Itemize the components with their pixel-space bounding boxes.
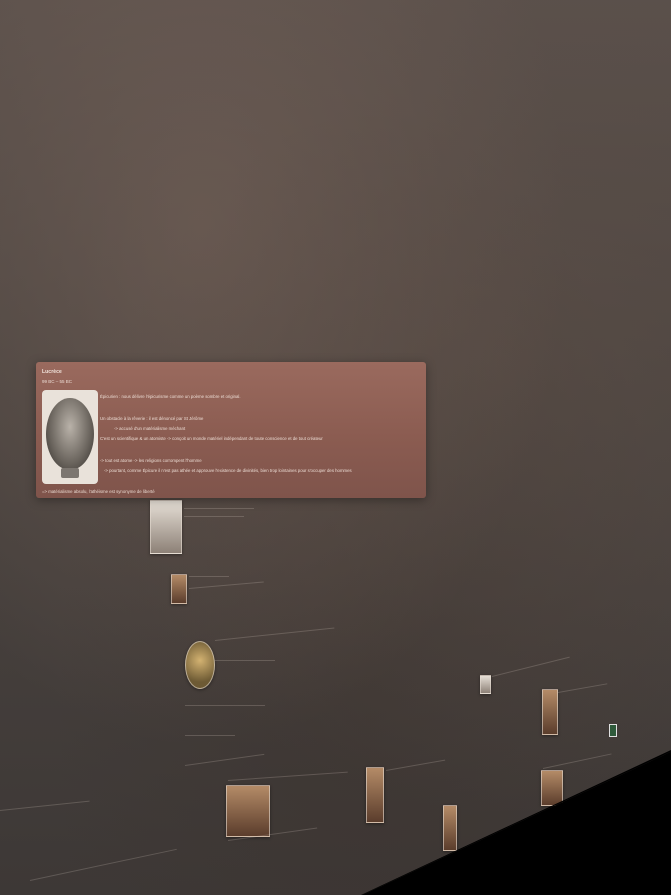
timeline-thumbnail[interactable] bbox=[542, 689, 558, 735]
timeline-connector bbox=[188, 581, 264, 589]
event-popup-card[interactable]: Lucrèce 99 BC – 55 BC Épicurien : nous d… bbox=[36, 362, 426, 498]
timeline-connector bbox=[185, 735, 235, 736]
timeline-connector bbox=[184, 753, 265, 766]
timeline-connector bbox=[227, 771, 348, 781]
description-line: Épicurien : nous délivre l'épicurisme co… bbox=[100, 394, 241, 399]
timeline-thumbnail[interactable] bbox=[185, 641, 215, 689]
bust-portrait-icon[interactable] bbox=[42, 390, 98, 484]
off-canvas-corner bbox=[361, 750, 671, 895]
timeline-connector bbox=[185, 705, 265, 706]
event-footer-note: => matérialisme absolu, l'athéisme est s… bbox=[42, 489, 155, 494]
description-line: Un obstacle à la rêverie : il est dénonc… bbox=[100, 416, 204, 421]
timeline-connector bbox=[491, 656, 570, 677]
portrait-base bbox=[61, 468, 79, 478]
timeline-thumbnail[interactable] bbox=[226, 785, 270, 837]
event-title: Lucrèce bbox=[42, 369, 62, 375]
event-dates: 99 BC – 55 BC bbox=[42, 379, 73, 384]
timeline-connector bbox=[0, 800, 90, 811]
timeline-connector bbox=[214, 627, 335, 641]
scroll-marker[interactable] bbox=[609, 724, 617, 737]
timeline-connector bbox=[215, 660, 275, 661]
timeline-thumbnail[interactable] bbox=[480, 675, 491, 694]
description-line: -> tout est atome -> les religions corro… bbox=[100, 458, 202, 463]
timeline-thumbnail[interactable] bbox=[171, 574, 187, 604]
description-line: -> pourtant, comme Épicure il n'est pas … bbox=[104, 468, 352, 473]
description-line: -> accusé d'un matérialisme méchant bbox=[114, 426, 186, 431]
timeline-canvas[interactable]: Lucrèce 99 BC – 55 BC Épicurien : nous d… bbox=[0, 0, 671, 895]
description-line: C'est un scientifique & un atomiste -> c… bbox=[100, 436, 323, 441]
portrait-oval bbox=[46, 398, 94, 470]
timeline-thumbnail[interactable] bbox=[150, 500, 182, 554]
timeline-connector bbox=[557, 683, 608, 693]
timeline-connector bbox=[184, 516, 244, 517]
timeline-connector bbox=[29, 848, 177, 881]
timeline-connector bbox=[189, 576, 229, 577]
timeline-connector bbox=[184, 508, 254, 509]
